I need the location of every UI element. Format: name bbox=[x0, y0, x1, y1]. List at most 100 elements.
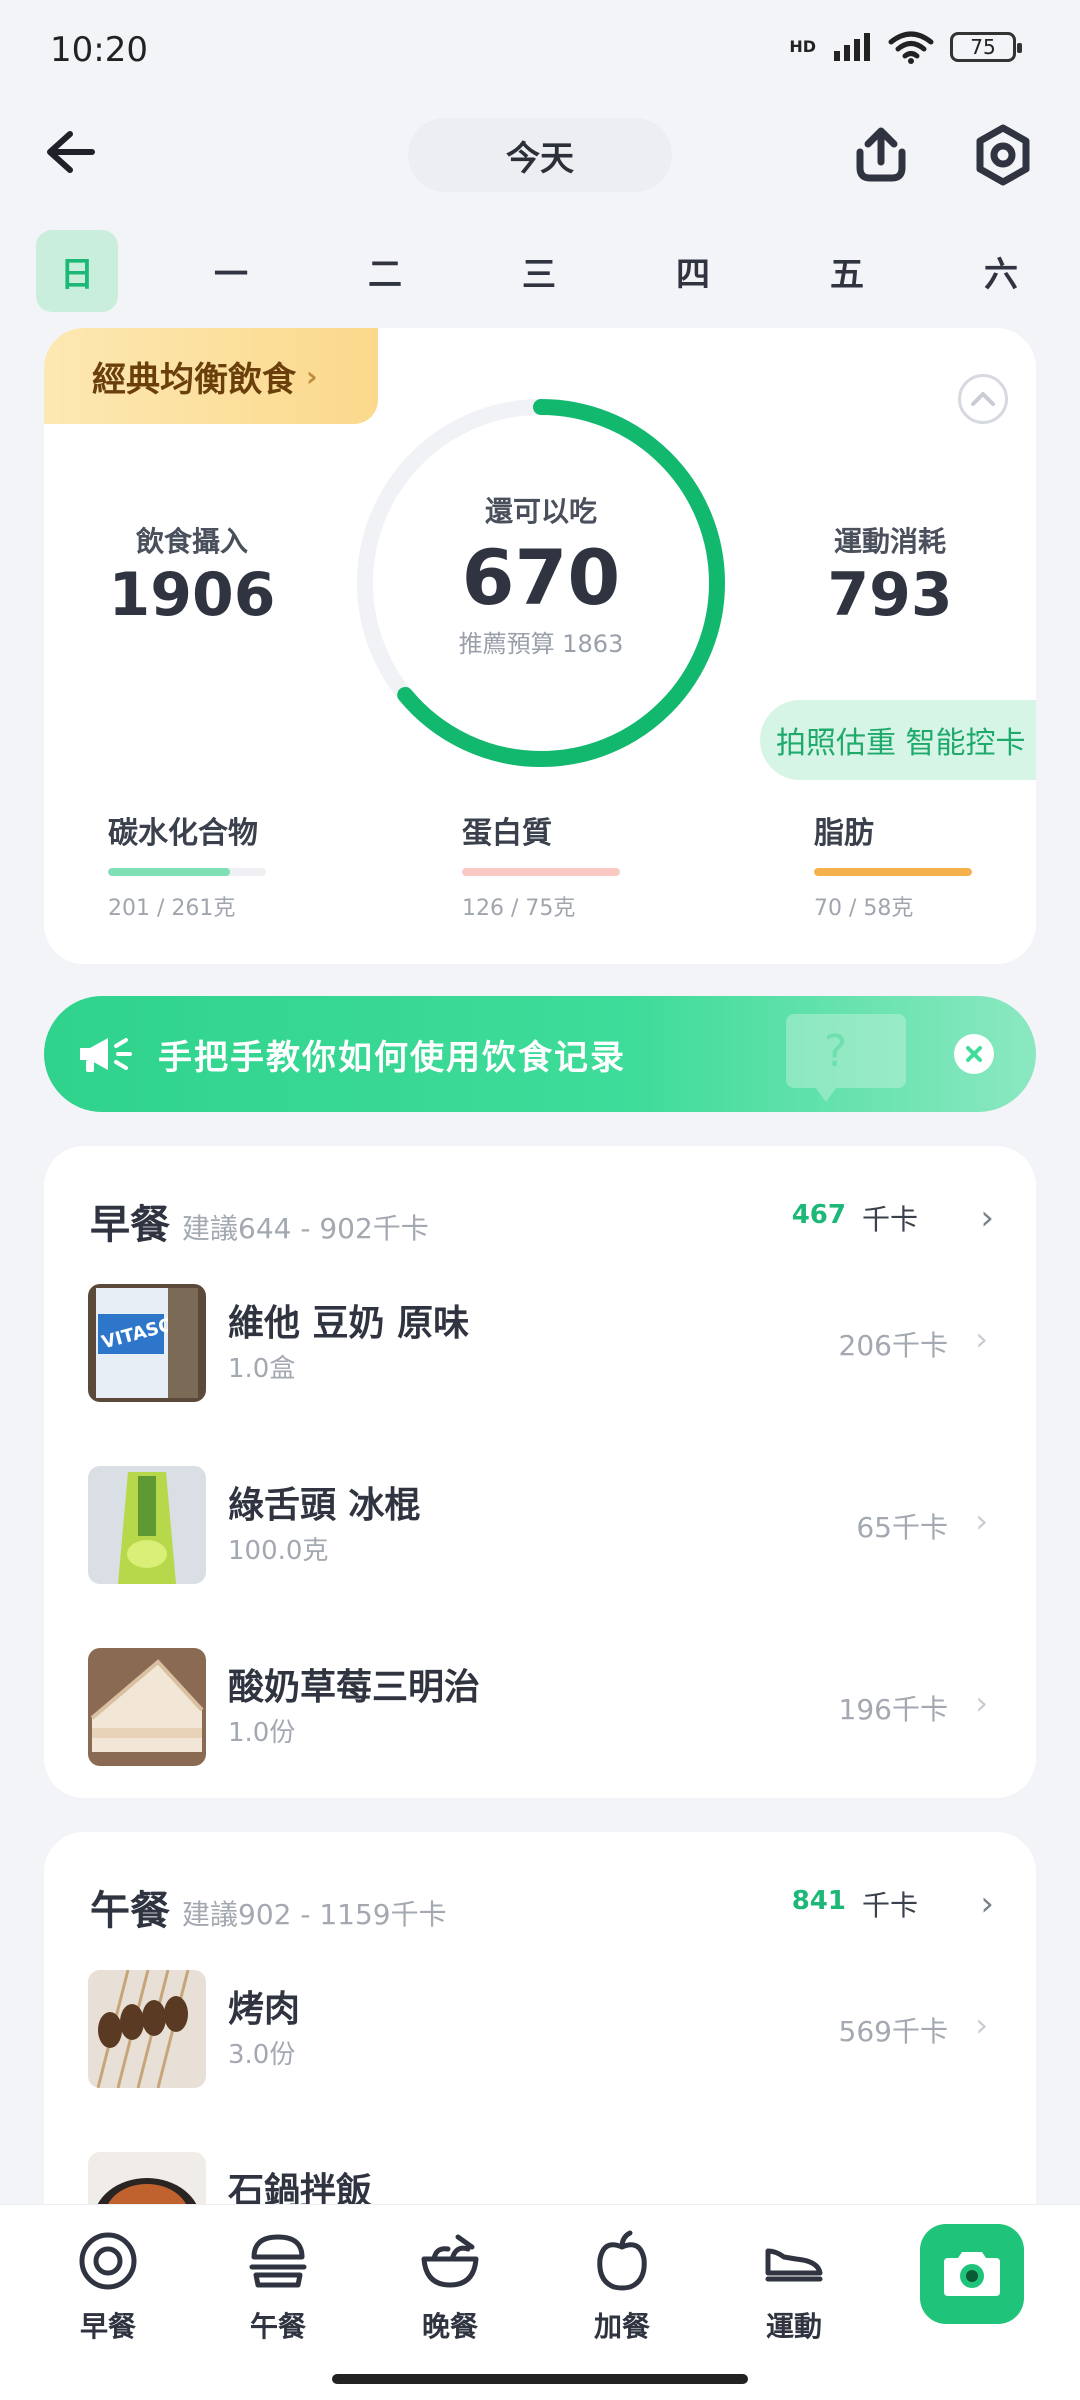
intake-label: 飲食攝入 bbox=[135, 525, 248, 558]
wifi-icon bbox=[888, 31, 934, 64]
meal-unit: 千卡 bbox=[861, 1203, 918, 1236]
meal-suggestion: 建議902 - 1159千卡 bbox=[182, 1898, 447, 1931]
remaining-label: 還可以吃 bbox=[484, 495, 597, 528]
nav-snack[interactable]: 加餐 bbox=[562, 2229, 682, 2345]
egg-icon bbox=[79, 2232, 137, 2290]
soy-milk-carton-image: VITASOY bbox=[88, 1284, 206, 1402]
macro-label: 碳水化合物 bbox=[108, 816, 258, 851]
intake-value: 1906 bbox=[108, 560, 276, 630]
meal-total: 467 bbox=[791, 1200, 846, 1230]
home-indicator bbox=[332, 2374, 748, 2384]
question-bubble-icon: ? bbox=[786, 1014, 906, 1102]
remaining-value: 670 bbox=[461, 533, 621, 622]
day-saturday[interactable]: 六 bbox=[960, 230, 1042, 312]
food-item[interactable]: 酸奶草莓三明治 1.0份 196千卡 › bbox=[88, 1648, 1008, 1768]
camera-button[interactable] bbox=[920, 2224, 1024, 2324]
chevron-right-icon: › bbox=[975, 1502, 988, 1540]
food-thumbnail bbox=[88, 1466, 206, 1584]
food-item[interactable]: 綠舌頭 冰棍 100.0克 65千卡 › bbox=[88, 1466, 1008, 1586]
week-selector: 日 一 二 三 四 五 六 bbox=[36, 230, 1046, 314]
food-item[interactable]: VITASOY 維他 豆奶 原味 1.0盒 206千卡 › bbox=[88, 1284, 1008, 1404]
megaphone-icon bbox=[80, 1038, 132, 1072]
tutorial-banner[interactable]: 手把手教你如何使用饮食记录 ? bbox=[44, 996, 1036, 1112]
meal-header[interactable]: 早餐 建議644 - 902千卡 bbox=[90, 1192, 429, 1250]
macro-bar bbox=[108, 868, 266, 876]
collapse-button[interactable] bbox=[958, 374, 1008, 424]
meal-title: 午餐 bbox=[90, 1888, 170, 1934]
nav-exercise[interactable]: 運動 bbox=[734, 2229, 854, 2345]
macro-bar bbox=[462, 868, 620, 876]
food-name: 烤肉 bbox=[228, 1989, 301, 2030]
diet-plan-label: 經典均衡飲食 bbox=[92, 359, 296, 400]
meal-unit: 千卡 bbox=[861, 1889, 918, 1922]
macro-carbs: 碳水化合物 201 / 261克 bbox=[108, 808, 266, 922]
day-monday[interactable]: 一 bbox=[190, 230, 272, 312]
back-arrow-icon[interactable] bbox=[40, 122, 100, 182]
diet-plan-tag[interactable]: 經典均衡飲食 › bbox=[44, 328, 378, 424]
chevron-right-icon[interactable]: › bbox=[980, 1884, 994, 1924]
day-tuesday[interactable]: 二 bbox=[344, 230, 426, 312]
settings-icon[interactable] bbox=[970, 122, 1036, 188]
status-icons: HD 75 bbox=[789, 30, 1022, 64]
macro-bar-fill bbox=[462, 868, 620, 876]
chevron-right-icon: › bbox=[306, 359, 318, 393]
meal-card-lunch: 午餐 建議902 - 1159千卡 841 千卡 › 烤肉 3.0份 569千卡… bbox=[44, 1832, 1036, 2270]
remaining-stat: 還可以吃 670 推薦預算 1863 bbox=[350, 490, 732, 659]
food-quantity: 3.0份 bbox=[228, 2040, 296, 2070]
meal-header[interactable]: 午餐 建議902 - 1159千卡 bbox=[90, 1878, 447, 1936]
burn-value: 793 bbox=[827, 560, 953, 630]
battery-indicator: 75 bbox=[950, 32, 1022, 62]
food-name: 維他 豆奶 原味 bbox=[228, 1303, 470, 1344]
sandwich-image bbox=[88, 1648, 206, 1766]
macro-bar-fill bbox=[108, 868, 230, 876]
meal-total: 841 bbox=[791, 1886, 846, 1916]
meal-card-breakfast: 早餐 建議644 - 902千卡 467 千卡 › VITASOY 維他 豆奶 … bbox=[44, 1146, 1036, 1798]
nav-lunch[interactable]: 午餐 bbox=[218, 2229, 338, 2345]
day-friday[interactable]: 五 bbox=[806, 230, 888, 312]
camera-icon bbox=[944, 2252, 1000, 2296]
chevron-right-icon[interactable]: › bbox=[980, 1198, 994, 1238]
macro-value: 126 / 75克 bbox=[462, 896, 576, 921]
food-quantity: 100.0克 bbox=[228, 1536, 329, 1566]
green-ice-pop-image bbox=[88, 1466, 206, 1584]
nav-breakfast[interactable]: 早餐 bbox=[48, 2229, 168, 2345]
nav-label: 早餐 bbox=[79, 2310, 136, 2343]
banner-close-button[interactable] bbox=[954, 1034, 994, 1074]
skewers-image bbox=[88, 1970, 206, 2088]
network-label: HD bbox=[789, 37, 816, 56]
macro-value: 70 / 58克 bbox=[814, 896, 914, 921]
macro-value: 201 / 261克 bbox=[108, 896, 236, 921]
macro-label: 蛋白質 bbox=[462, 816, 552, 851]
chevron-right-icon: › bbox=[975, 1684, 988, 1722]
food-calories: 569千卡 bbox=[838, 2015, 948, 2048]
photo-estimate-button[interactable]: 拍照估重 智能控卡 bbox=[760, 700, 1036, 780]
banner-text: 手把手教你如何使用饮食记录 bbox=[158, 1037, 626, 1078]
food-thumbnail: VITASOY bbox=[88, 1284, 206, 1402]
share-icon[interactable] bbox=[848, 122, 914, 188]
food-name: 酸奶草莓三明治 bbox=[228, 1667, 481, 1708]
food-item[interactable]: 烤肉 3.0份 569千卡 › bbox=[88, 1970, 1008, 2090]
burger-icon bbox=[249, 2234, 307, 2288]
bowl-icon bbox=[421, 2234, 479, 2288]
date-title[interactable]: 今天 bbox=[408, 118, 672, 192]
day-wednesday[interactable]: 三 bbox=[498, 230, 580, 312]
food-calories: 65千卡 bbox=[856, 1511, 948, 1544]
chevron-up-icon bbox=[971, 392, 995, 406]
chevron-right-icon: › bbox=[975, 2006, 988, 2044]
nav-label: 運動 bbox=[765, 2310, 822, 2343]
intake-stat: 飲食攝入 1906 bbox=[92, 520, 292, 630]
nav-dinner[interactable]: 晚餐 bbox=[390, 2229, 510, 2345]
day-thursday[interactable]: 四 bbox=[652, 230, 734, 312]
day-sunday[interactable]: 日 bbox=[36, 230, 118, 312]
food-thumbnail bbox=[88, 1648, 206, 1766]
macro-fat: 脂肪 70 / 58克 bbox=[814, 808, 972, 922]
macro-label: 脂肪 bbox=[814, 816, 874, 851]
macro-protein: 蛋白質 126 / 75克 bbox=[462, 808, 620, 922]
food-calories: 206千卡 bbox=[838, 1329, 948, 1362]
food-name: 綠舌頭 冰棍 bbox=[228, 1485, 421, 1526]
status-time: 10:20 bbox=[50, 30, 148, 70]
macro-bar bbox=[814, 868, 972, 876]
nav-label: 午餐 bbox=[249, 2310, 306, 2343]
food-quantity: 1.0盒 bbox=[228, 1354, 296, 1384]
food-calories: 196千卡 bbox=[838, 1693, 948, 1726]
